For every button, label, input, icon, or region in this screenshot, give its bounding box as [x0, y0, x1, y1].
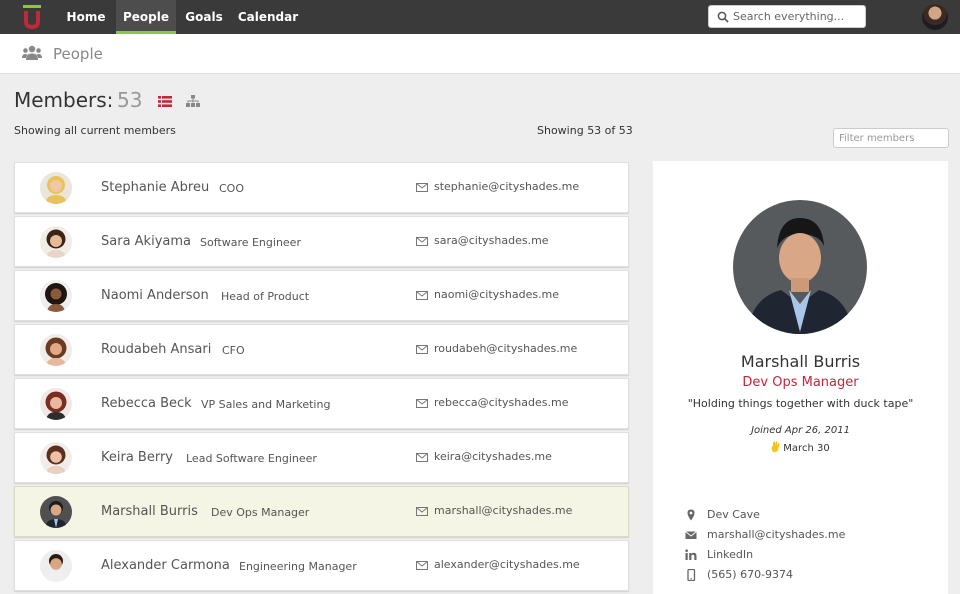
- member-name[interactable]: Roudabeh Ansari: [101, 342, 211, 357]
- user-avatar[interactable]: [922, 4, 948, 30]
- birthday-date: March 30: [783, 443, 830, 454]
- profile-quote: "Holding things together with duck tape": [687, 397, 914, 410]
- phone-number: (565) 670-9374: [707, 568, 794, 581]
- app-logo[interactable]: [22, 5, 42, 30]
- people-icon: [22, 45, 42, 60]
- location-text: Dev Cave: [707, 508, 760, 521]
- member-email[interactable]: rebecca@cityshades.me: [434, 396, 568, 409]
- member-email[interactable]: naomi@cityshades.me: [434, 288, 559, 301]
- member-title: Head of Product: [221, 290, 310, 303]
- email-icon: [416, 399, 428, 408]
- member-row[interactable]: Roudabeh Ansari CFO roudabeh@cityshades.…: [14, 324, 629, 375]
- email-icon: [416, 345, 428, 354]
- search-input[interactable]: [733, 8, 861, 25]
- member-avatar: [40, 280, 72, 312]
- member-name[interactable]: Sara Akiyama: [101, 234, 191, 249]
- member-avatar: [40, 496, 72, 528]
- member-email[interactable]: sara@cityshades.me: [434, 234, 549, 247]
- member-name[interactable]: Naomi Anderson: [101, 288, 209, 303]
- member-title: COO: [219, 182, 244, 195]
- filter-members-input[interactable]: [833, 128, 949, 148]
- location-pin-icon: [687, 509, 695, 521]
- member-avatar: [40, 442, 72, 474]
- nav-home[interactable]: Home: [57, 0, 115, 34]
- top-navbar: Home People Goals Calendar: [0, 0, 960, 34]
- page-header: People: [0, 34, 960, 74]
- member-title: Dev Ops Manager: [211, 506, 310, 519]
- member-email[interactable]: marshall@cityshades.me: [434, 504, 572, 517]
- member-row[interactable]: Naomi Anderson Head of Product naomi@cit…: [14, 270, 629, 321]
- profile-photo: [733, 200, 867, 334]
- member-name[interactable]: Stephanie Abreu: [101, 180, 209, 195]
- email-icon: [416, 507, 428, 516]
- nav-people[interactable]: People: [116, 0, 176, 34]
- member-name[interactable]: Alexander Carmona: [101, 558, 230, 573]
- member-title: Engineering Manager: [239, 560, 357, 573]
- org-chart-icon[interactable]: [186, 95, 200, 107]
- birthday-hand-icon: [771, 441, 780, 452]
- members-count: 53: [117, 88, 143, 112]
- list-view-icon[interactable]: [158, 96, 172, 107]
- profile-panel: Marshall Burris Dev Ops Manager "Holding…: [653, 161, 948, 594]
- member-row[interactable]: Sara Akiyama Software Engineer sara@city…: [14, 216, 629, 267]
- member-title: Software Engineer: [200, 236, 301, 249]
- profile-role: Dev Ops Manager: [742, 375, 859, 390]
- member-title: VP Sales and Marketing: [201, 398, 331, 411]
- email-icon: [416, 453, 428, 462]
- profile-name: Marshall Burris: [740, 352, 861, 371]
- member-email[interactable]: keira@cityshades.me: [434, 450, 552, 463]
- linkedin-icon: [685, 549, 697, 560]
- email-icon: [416, 561, 428, 570]
- member-title: Lead Software Engineer: [186, 452, 317, 465]
- email-icon: [416, 183, 428, 192]
- member-name[interactable]: Marshall Burris: [101, 504, 198, 519]
- member-avatar: [40, 172, 72, 204]
- member-email[interactable]: stephanie@cityshades.me: [434, 180, 579, 193]
- member-avatar: [40, 388, 72, 420]
- member-avatar: [40, 226, 72, 258]
- members-heading: Members:: [14, 88, 114, 112]
- member-row[interactable]: Rebecca Beck VP Sales and Marketing rebe…: [14, 378, 629, 429]
- member-row[interactable]: Stephanie Abreu COO stephanie@cityshades…: [14, 162, 629, 213]
- nav-calendar[interactable]: Calendar: [232, 0, 304, 34]
- member-email[interactable]: roudabeh@cityshades.me: [434, 342, 577, 355]
- envelope-icon: [685, 531, 697, 539]
- linkedin-link[interactable]: LinkedIn: [707, 548, 753, 561]
- member-title: CFO: [222, 344, 245, 357]
- profile-joined-date: Joined Apr 26, 2011: [751, 425, 850, 436]
- nav-goals[interactable]: Goals: [176, 0, 232, 34]
- member-name[interactable]: Rebecca Beck: [101, 396, 192, 411]
- member-row[interactable]: Alexander Carmona Engineering Manager al…: [14, 540, 629, 591]
- member-name[interactable]: Keira Berry: [101, 450, 173, 465]
- member-row[interactable]: Keira Berry Lead Software Engineer keira…: [14, 432, 629, 483]
- profile-birthday: March 30: [653, 441, 948, 454]
- search-box[interactable]: [708, 5, 866, 28]
- search-icon: [717, 11, 729, 23]
- page-title: People: [53, 45, 103, 63]
- profile-email-text[interactable]: marshall@cityshades.me: [707, 528, 845, 541]
- member-avatar: [40, 334, 72, 366]
- member-avatar: [40, 550, 72, 582]
- email-icon: [416, 291, 428, 300]
- member-row-selected[interactable]: Marshall Burris Dev Ops Manager marshall…: [14, 486, 629, 537]
- members-status: Showing all current members: [14, 124, 176, 137]
- email-icon: [416, 237, 428, 246]
- members-showing-count: Showing 53 of 53: [537, 124, 633, 137]
- member-email[interactable]: alexander@cityshades.me: [434, 558, 580, 571]
- phone-icon: [687, 569, 696, 581]
